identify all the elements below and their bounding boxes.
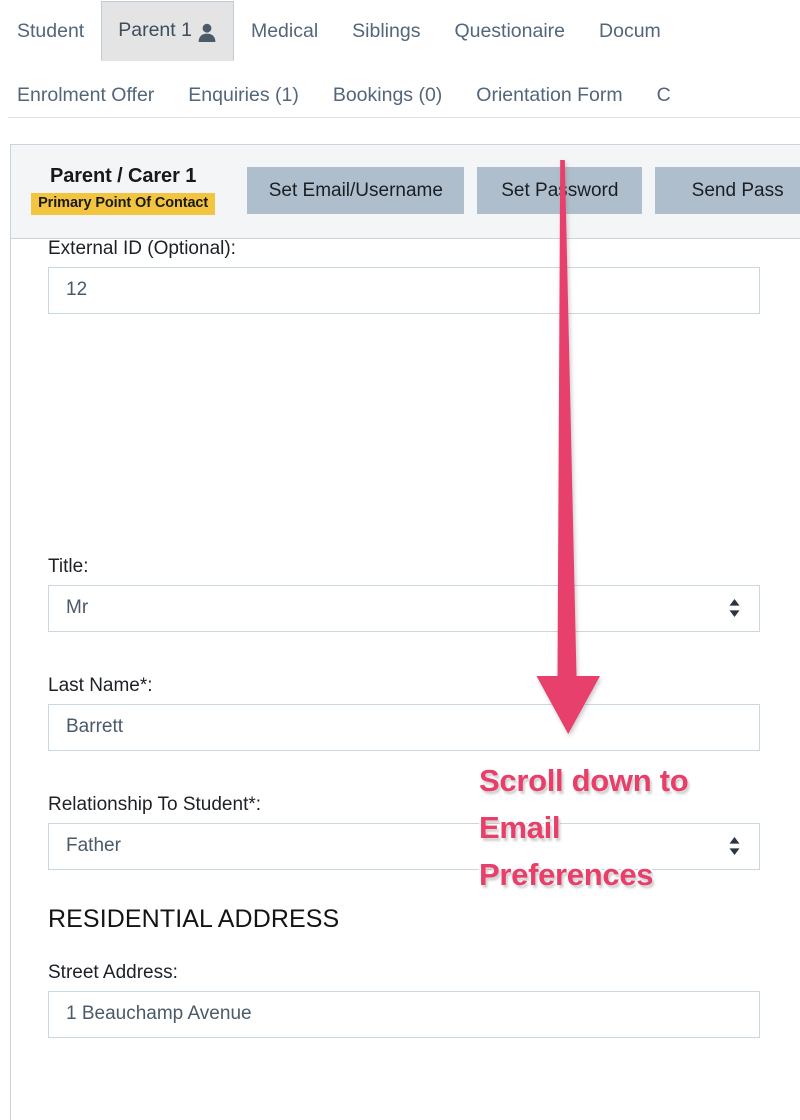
tab-parent-1-label: Parent 1 — [118, 19, 192, 42]
tab-parent-1[interactable]: Parent 1 — [101, 1, 234, 61]
tab-questionaire-label: Questionaire — [454, 19, 566, 42]
tab-student[interactable]: Student — [0, 1, 101, 61]
send-password-button[interactable]: Send Pass — [655, 167, 800, 214]
street-address-label: Street Address: — [48, 962, 178, 983]
set-password-button[interactable]: Set Password — [477, 167, 643, 214]
tab-medical-label: Medical — [250, 19, 319, 42]
page-title: Parent / Carer 1 — [49, 165, 197, 187]
external-id-input[interactable]: 12 — [48, 266, 760, 314]
tab-questionaire[interactable]: Questionaire — [437, 1, 582, 61]
tab-orientation-form[interactable]: Orientation Form — [459, 72, 639, 118]
set-email-username-button[interactable]: Set Email/Username — [247, 167, 465, 214]
chevron-updown-icon — [728, 835, 741, 857]
page-root: Student Parent 1 Medical Siblings Questi… — [0, 0, 800, 1120]
tab-enquiries-label: Enquiries (1) — [188, 83, 299, 106]
tab-documents-label: Docum — [599, 19, 661, 42]
tab-enrolment-offer[interactable]: Enrolment Offer — [0, 72, 171, 118]
tab-siblings[interactable]: Siblings — [335, 1, 437, 61]
field-group-street-address: Street Address: 1 Beauchamp Avenue — [48, 962, 770, 1038]
tab-siblings-label: Siblings — [352, 19, 421, 42]
tab-enquiries[interactable]: Enquiries (1) — [171, 72, 316, 118]
primary-tab-bar: Student Parent 1 Medical Siblings Questi… — [0, 0, 800, 61]
panel-header: Parent / Carer 1 Primary Point Of Contac… — [11, 145, 800, 239]
title-select[interactable]: Mr — [48, 584, 760, 632]
field-group-last-name: Last Name*: Barrett — [48, 675, 770, 751]
title-label: Title: — [48, 556, 89, 577]
carer-title-block: Parent / Carer 1 Primary Point Of Contac… — [11, 157, 235, 215]
tab-overflow-label: C — [656, 83, 671, 106]
field-group-title: Title: Mr — [48, 556, 770, 632]
tab-orientation-form-label: Orientation Form — [476, 83, 623, 106]
tab-overflow[interactable]: C — [640, 72, 688, 118]
tab-bookings[interactable]: Bookings (0) — [316, 72, 459, 118]
tab-medical[interactable]: Medical — [234, 1, 335, 61]
field-group-external-id: External ID (Optional): 12 — [48, 238, 770, 314]
status-badge: Primary Point Of Contact — [31, 193, 216, 215]
panel-body: External ID (Optional): 12 Title: Mr Las… — [11, 238, 800, 1120]
parent-carer-panel: Parent / Carer 1 Primary Point Of Contac… — [10, 144, 800, 1120]
relationship-select[interactable]: Father — [48, 822, 760, 870]
secondary-tab-bar: Enrolment Offer Enquiries (1) Bookings (… — [0, 61, 800, 118]
tab-enrolment-offer-label: Enrolment Offer — [17, 83, 155, 106]
relationship-select-value: Father — [66, 835, 121, 857]
relationship-label: Relationship To Student*: — [48, 794, 262, 815]
chevron-updown-icon — [728, 597, 741, 619]
tab-documents[interactable]: Docum — [582, 1, 678, 61]
tabbar-divider — [8, 117, 800, 118]
residential-address-heading: RESIDENTIAL ADDRESS — [48, 905, 340, 933]
title-select-value: Mr — [66, 597, 89, 619]
tab-student-label: Student — [17, 19, 85, 42]
external-id-label: External ID (Optional): — [48, 238, 236, 259]
tab-bookings-label: Bookings (0) — [332, 83, 443, 106]
field-group-relationship: Relationship To Student*: Father — [48, 794, 770, 870]
last-name-input[interactable]: Barrett — [48, 703, 760, 751]
person-icon — [197, 22, 217, 43]
street-address-input[interactable]: 1 Beauchamp Avenue — [48, 990, 760, 1038]
last-name-label: Last Name*: — [48, 675, 153, 696]
